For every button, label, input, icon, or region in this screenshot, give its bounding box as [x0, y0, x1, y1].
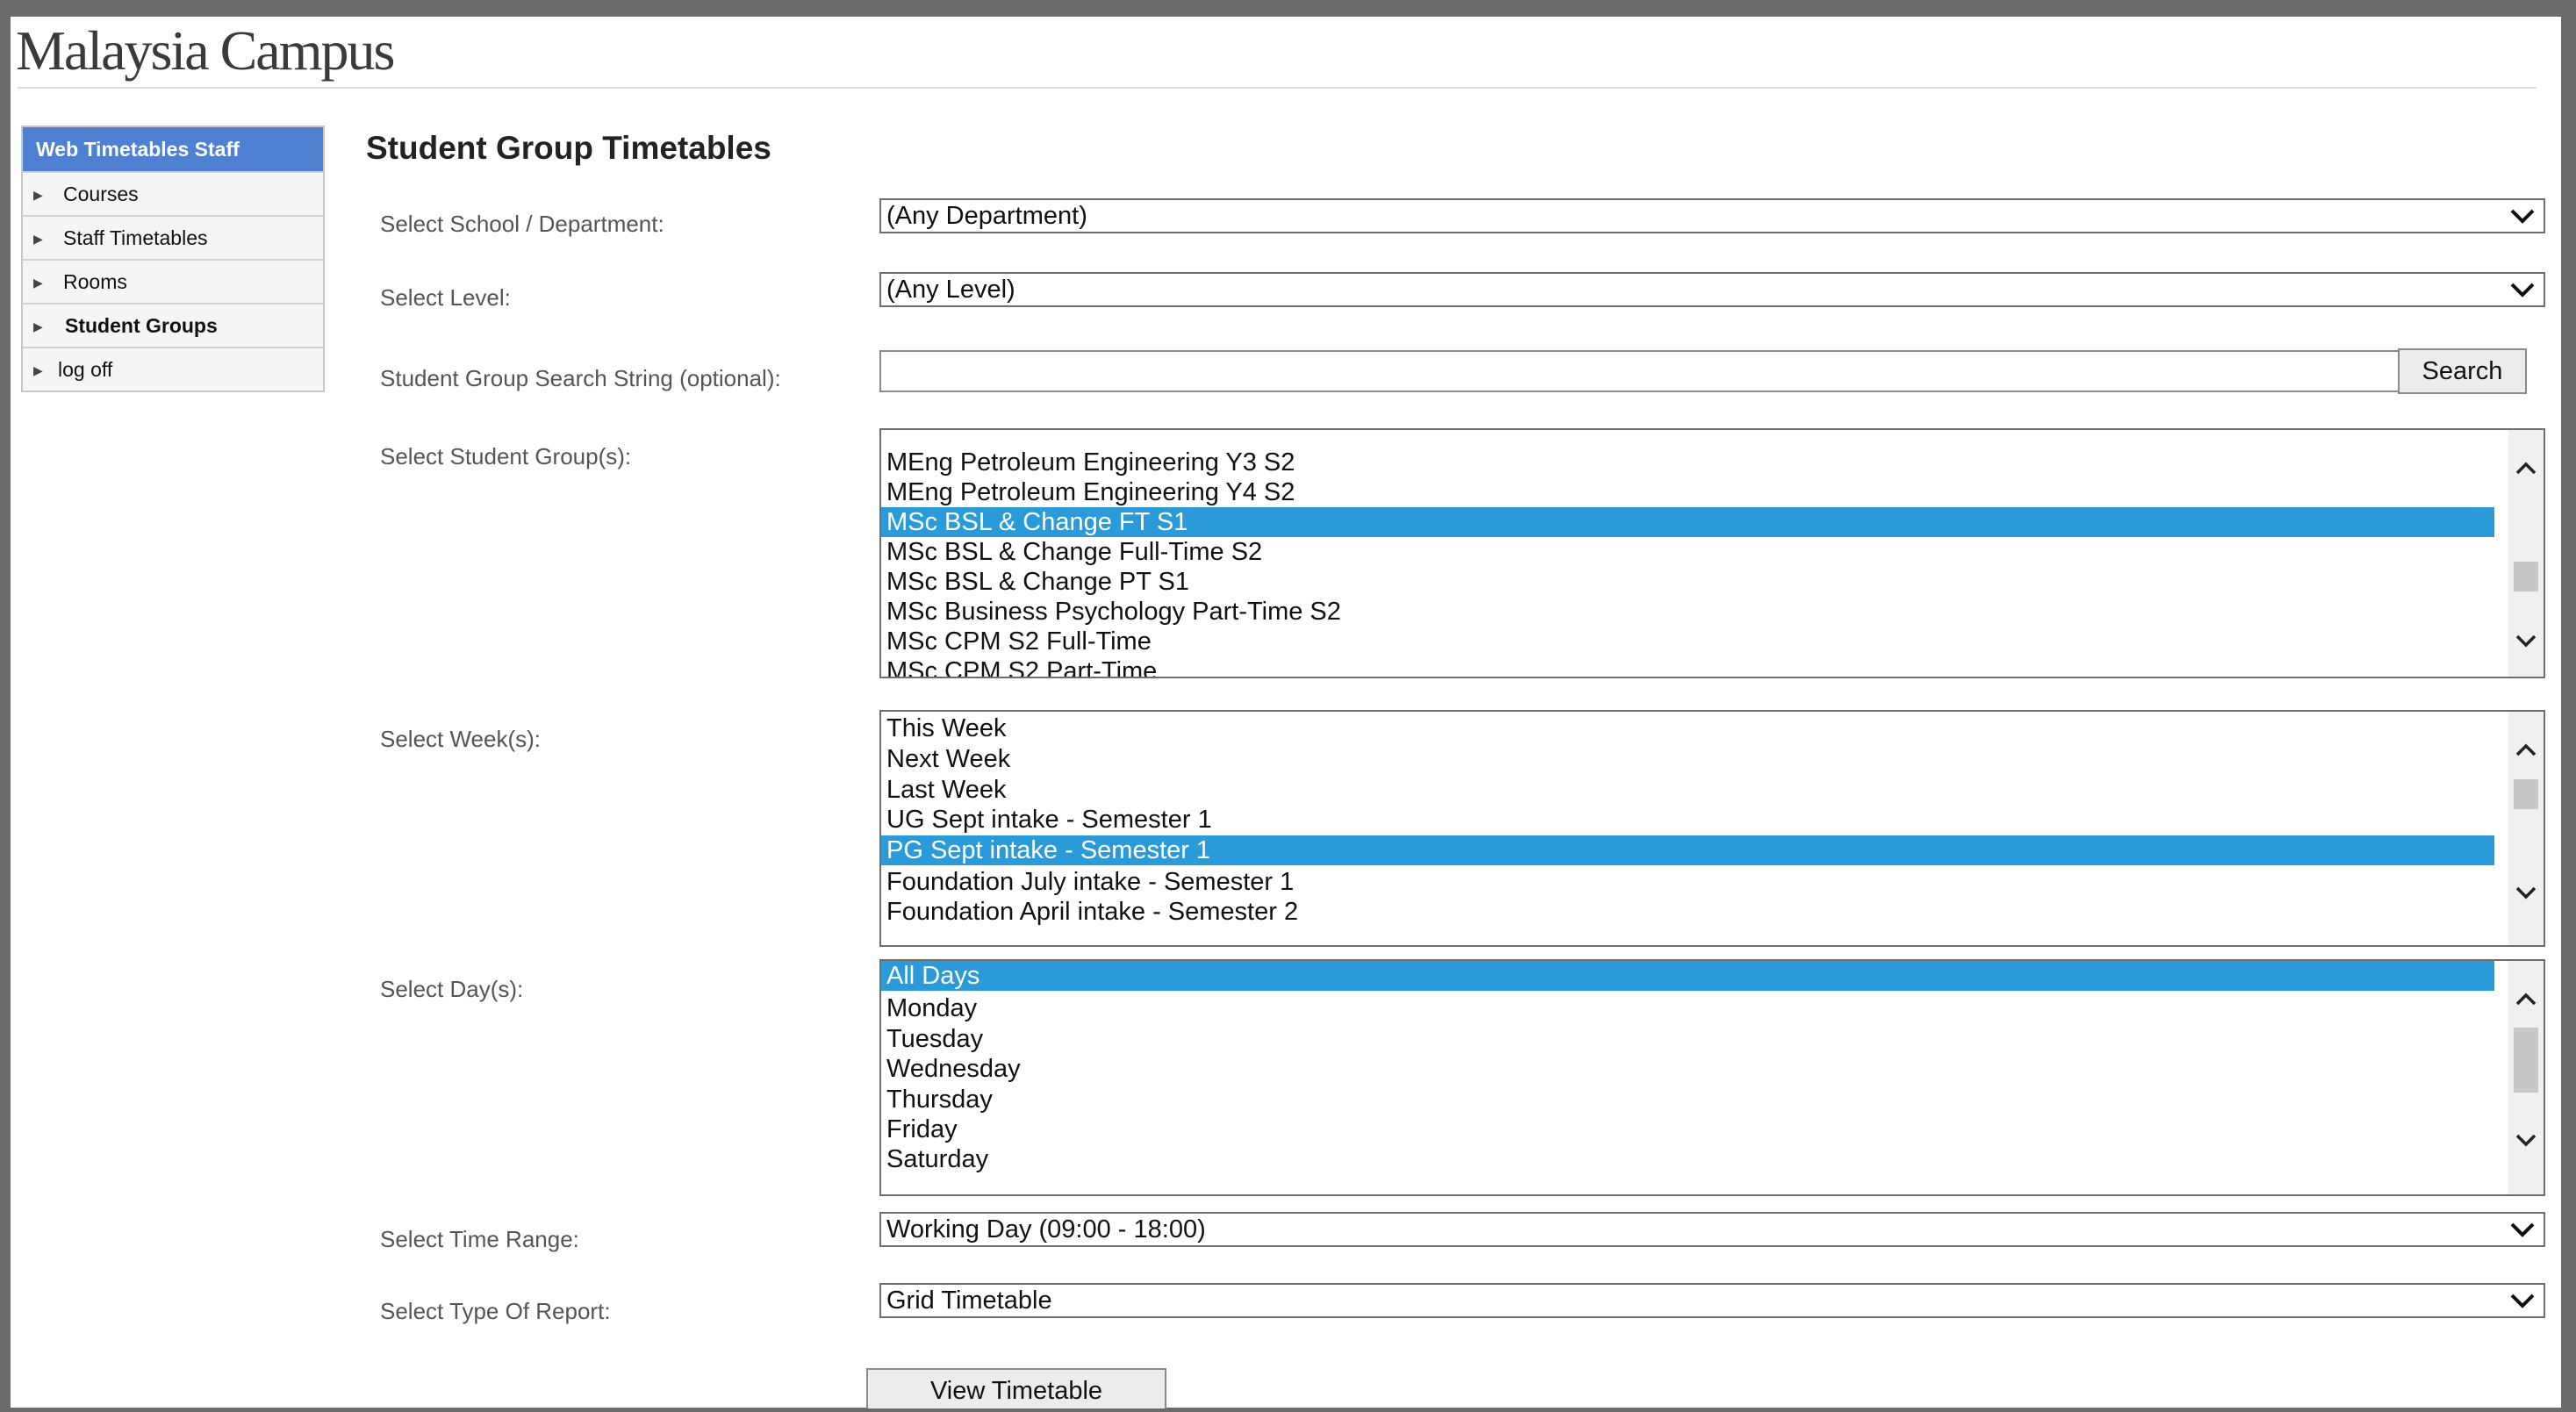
list-option[interactable]: MSc BSL & Change PT S1 — [881, 567, 2494, 597]
sidebar-heading: Web Timetables Staff — [23, 127, 323, 171]
search-input[interactable] — [879, 350, 2401, 392]
triangle-right-icon: ▶ — [33, 319, 43, 333]
scrollbar-thumb[interactable] — [2514, 562, 2538, 591]
list-option[interactable]: Next Week — [881, 744, 2494, 774]
department-select[interactable]: (Any Department) — [879, 198, 2545, 233]
scrollbar-thumb[interactable] — [2514, 1028, 2538, 1093]
sidebar-item-courses[interactable]: ▶ Courses — [23, 171, 323, 215]
header-divider — [18, 87, 2537, 89]
sidebar-item-label: Staff Timetables — [63, 226, 208, 249]
triangle-right-icon: ▶ — [33, 188, 43, 202]
scrollbar[interactable] — [2508, 712, 2544, 945]
time-range-select-value: Working Day (09:00 - 18:00) — [886, 1215, 1206, 1244]
chevron-down-icon[interactable] — [2507, 1214, 2538, 1245]
chevron-down-icon — [2510, 283, 2535, 297]
list-option[interactable]: Last Week — [881, 775, 2494, 805]
list-option[interactable]: MSc BSL & Change Full-Time S2 — [881, 537, 2494, 567]
report-type-select-value: Grid Timetable — [886, 1287, 1052, 1315]
list-option-selected[interactable]: MSc BSL & Change FT S1 — [881, 507, 2494, 537]
chevron-down-icon[interactable] — [2514, 880, 2538, 905]
days-label: Select Day(s): — [380, 976, 524, 1002]
list-option[interactable]: Foundation April intake - Semester 2 — [881, 897, 2494, 927]
page-title: Student Group Timetables — [366, 130, 771, 166]
scrollbar[interactable] — [2508, 961, 2544, 1194]
weeks-listbox[interactable]: This Week Next Week Last Week UG Sept in… — [879, 710, 2545, 947]
sidebar-item-label: log off — [58, 358, 113, 381]
list-option[interactable]: Friday — [881, 1115, 2494, 1144]
list-option[interactable]: MSc CPM S2 Full-Time — [881, 627, 2494, 656]
list-option[interactable]: MEng Petroleum Engineering Y3 S2 — [881, 448, 2494, 477]
list-option-selected[interactable]: All Days — [881, 961, 2494, 991]
list-option[interactable]: UG Sept intake - Semester 1 — [881, 805, 2494, 835]
department-select-value: (Any Department) — [886, 202, 1087, 230]
search-label: Student Group Search String (optional): — [380, 365, 781, 391]
list-option[interactable]: This Week — [881, 713, 2494, 743]
student-groups-label: Select Student Group(s): — [380, 443, 632, 469]
list-option-selected[interactable]: PG Sept intake - Semester 1 — [881, 835, 2494, 865]
chevron-up-icon[interactable] — [2514, 987, 2538, 1012]
scrollbar-thumb[interactable] — [2514, 779, 2538, 809]
triangle-right-icon: ▶ — [33, 232, 43, 246]
list-option[interactable]: MSc CPM S2 Part-Time — [881, 656, 2494, 677]
chevron-down-icon — [2510, 209, 2535, 224]
weeks-label: Select Week(s): — [380, 726, 542, 752]
student-groups-listbox[interactable]: MEng Petroleum Engineering Y3 S2 MEng Pe… — [879, 428, 2545, 678]
triangle-right-icon: ▶ — [33, 363, 43, 377]
level-select-value: (Any Level) — [886, 276, 1015, 304]
list-option[interactable]: MSc Business Psychology Part-Time S2 — [881, 597, 2494, 627]
list-option[interactable]: Tuesday — [881, 1024, 2494, 1054]
days-listbox[interactable]: All Days Monday Tuesday Wednesday Thursd… — [879, 959, 2545, 1196]
list-option[interactable]: Thursday — [881, 1085, 2494, 1115]
page: Malaysia Campus Web Timetables Staff ▶ C… — [11, 17, 2561, 1408]
site-title: Malaysia Campus — [16, 19, 395, 82]
department-label: Select School / Department: — [380, 211, 664, 237]
chevron-up-icon[interactable] — [2514, 456, 2538, 481]
chevron-down-icon[interactable] — [2514, 1128, 2538, 1152]
report-type-select[interactable]: Grid Timetable — [879, 1283, 2545, 1318]
search-button[interactable]: Search — [2398, 348, 2527, 394]
triangle-right-icon: ▶ — [33, 276, 43, 290]
report-type-label: Select Type Of Report: — [380, 1298, 611, 1324]
sidebar-item-staff-timetables[interactable]: ▶ Staff Timetables — [23, 215, 323, 259]
sidebar-nav: Web Timetables Staff ▶ Courses ▶ Staff T… — [21, 125, 325, 392]
list-option[interactable]: Saturday — [881, 1144, 2494, 1174]
list-option[interactable]: Monday — [881, 993, 2494, 1023]
sidebar-item-label: Student Groups — [65, 314, 218, 337]
sidebar-item-rooms[interactable]: ▶ Rooms — [23, 259, 323, 303]
list-option[interactable]: Wednesday — [881, 1054, 2494, 1084]
scrollbar[interactable] — [2508, 430, 2544, 677]
sidebar-item-student-groups[interactable]: ▶ Student Groups — [23, 303, 323, 347]
list-option[interactable]: MEng Petroleum Engineering Y4 S2 — [881, 477, 2494, 507]
sidebar-item-label: Courses — [63, 183, 139, 205]
sidebar-item-label: Rooms — [63, 270, 127, 293]
list-option[interactable]: Foundation July intake - Semester 1 — [881, 867, 2494, 897]
level-select[interactable]: (Any Level) — [879, 272, 2545, 307]
view-timetable-button[interactable]: View Timetable — [866, 1368, 1166, 1408]
time-range-select[interactable]: Working Day (09:00 - 18:00) — [879, 1212, 2545, 1247]
level-label: Select Level: — [380, 284, 511, 311]
sidebar-item-log-off[interactable]: ▶ log off — [23, 347, 323, 391]
chevron-up-icon[interactable] — [2514, 738, 2538, 763]
time-range-label: Select Time Range: — [380, 1226, 579, 1252]
chevron-down-icon[interactable] — [2514, 628, 2538, 653]
chevron-down-icon[interactable] — [2507, 1285, 2538, 1316]
